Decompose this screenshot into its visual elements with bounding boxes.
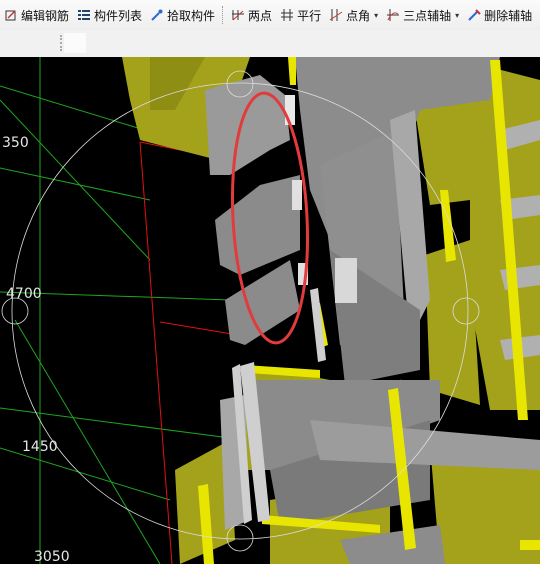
three-point-axis-icon (386, 8, 400, 22)
edit-rebar-button[interactable]: 编辑钢筋 (0, 3, 73, 27)
point-angle-axis-icon (329, 8, 343, 22)
pick-component-icon (150, 8, 164, 22)
two-point-axis-label: 两点 (248, 8, 273, 23)
toolbar-separator (222, 6, 224, 24)
chevron-down-icon[interactable]: ▾ (374, 11, 378, 20)
component-list-icon (77, 8, 91, 22)
dimension-label: 1450 (22, 439, 58, 455)
pick-component-label: 拾取构件 (167, 8, 216, 23)
three-point-axis-label: 三点辅轴 (403, 8, 452, 23)
3d-viewport[interactable]: 350 4700 1450 3050 (0, 57, 540, 564)
point-angle-axis-button[interactable]: 点角 ▾ (325, 3, 382, 27)
two-point-axis-button[interactable]: 两点 (227, 3, 276, 27)
edit-rebar-label: 编辑钢筋 (21, 8, 70, 23)
dimension-label: 4700 (6, 286, 42, 302)
dimension-label: 350 (2, 135, 29, 151)
dimension-label: 3050 (34, 549, 70, 564)
secondary-toolbar (0, 30, 540, 58)
three-point-axis-button[interactable]: 三点辅轴 ▾ (382, 3, 463, 27)
delete-axis-label: 删除辅轴 (484, 8, 533, 23)
delete-axis-button[interactable]: 删除辅轴 (463, 3, 536, 27)
main-toolbar: 编辑钢筋 构件列表 拾取构件 两点 平行 点角 ▾ 三点辅轴 ▾ 删除辅轴 (0, 0, 540, 30)
component-list-label: 构件列表 (94, 8, 143, 23)
delete-axis-icon (467, 8, 481, 22)
parallel-axis-label: 平行 (297, 8, 322, 23)
point-angle-axis-label: 点角 (346, 8, 371, 23)
component-list-button[interactable]: 构件列表 (73, 3, 146, 27)
chevron-down-icon[interactable]: ▾ (455, 11, 459, 20)
model-canvas[interactable] (0, 57, 540, 564)
toolbar-grip[interactable] (60, 35, 63, 51)
edit-rebar-icon (4, 8, 18, 22)
parallel-axis-button[interactable]: 平行 (276, 3, 325, 27)
toolbar-blank-area (64, 33, 86, 53)
parallel-axis-icon (280, 8, 294, 22)
two-point-axis-icon (231, 8, 245, 22)
pick-component-button[interactable]: 拾取构件 (146, 3, 219, 27)
